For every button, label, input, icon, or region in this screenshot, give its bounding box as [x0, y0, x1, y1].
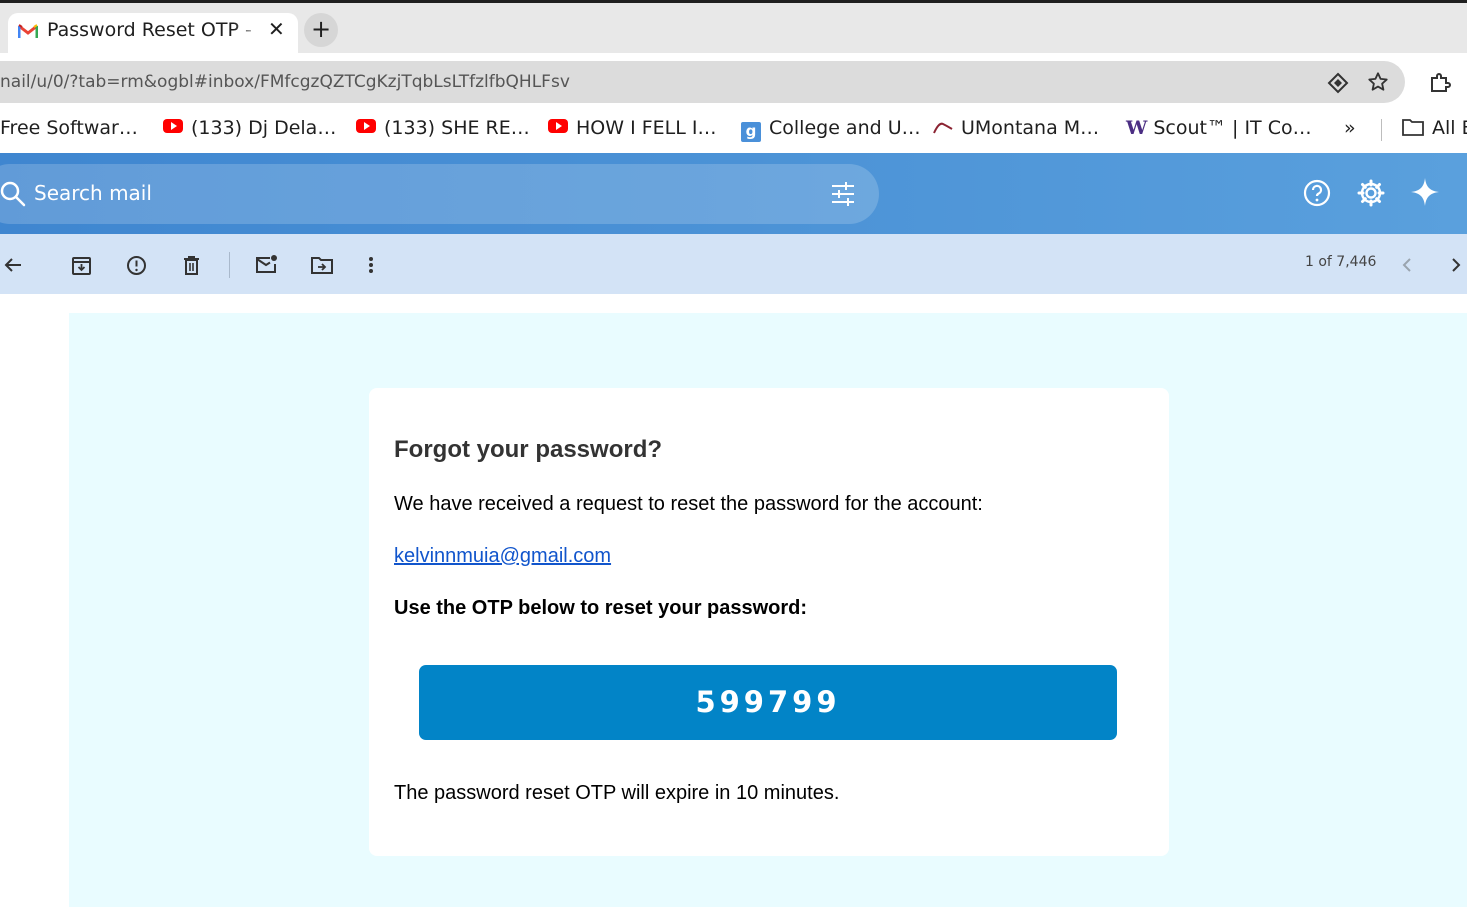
tab-title: Password Reset OTP - k	[47, 19, 257, 41]
new-tab-button[interactable]: +	[304, 13, 338, 47]
email-card: Forgot your password? We have received a…	[369, 388, 1169, 856]
bookmark-how-i-fell[interactable]: HOW I FELL I…	[548, 117, 716, 139]
move-to-folder-icon[interactable]	[311, 256, 333, 274]
bookmark-label: (133) Dj Dela…	[191, 117, 337, 139]
bookmark-star-icon[interactable]	[1367, 71, 1389, 93]
message-view: Forgot your password? We have received a…	[0, 294, 1467, 907]
g-icon: g	[741, 122, 761, 142]
otp-expiry-note: The password reset OTP will expire in 10…	[394, 782, 840, 804]
archive-icon[interactable]	[71, 255, 92, 276]
youtube-icon	[163, 119, 183, 133]
bookmark-label: HOW I FELL I…	[576, 117, 717, 139]
otp-instruction: Use the OTP below to reset your password…	[394, 597, 808, 619]
url-text[interactable]: nail/u/0/?tab=rm&ogbl#inbox/FMfcgzQZTCgK…	[0, 72, 570, 92]
umontana-icon	[933, 122, 953, 134]
account-email-link[interactable]: kelvinnmuia@gmail.com	[394, 545, 611, 568]
pagination-count: 1 of 7,446	[1305, 254, 1377, 270]
delete-trash-icon[interactable]	[182, 255, 201, 276]
browser-tab[interactable]: Password Reset OTP - k ✕	[8, 13, 298, 53]
bookmark-scout[interactable]: W Scout™ | IT Co…	[1126, 117, 1312, 139]
settings-gear-icon[interactable]	[1357, 179, 1385, 207]
gemini-sparkle-icon[interactable]	[1410, 177, 1440, 207]
tab-title-fade	[234, 13, 264, 49]
search-icon[interactable]	[0, 179, 28, 209]
bookmarks-bar: Free Softwar… (133) Dj Dela… (133) SHE R…	[0, 109, 1467, 153]
bookmarks-divider	[1381, 119, 1382, 141]
search-options-icon[interactable]	[830, 182, 856, 206]
bookmark-she-re[interactable]: (133) SHE RE…	[356, 117, 530, 139]
browser-toolbar: nail/u/0/?tab=rm&ogbl#inbox/FMfcgzQZTCgK…	[0, 53, 1467, 109]
toolbar-separator	[229, 252, 230, 278]
extensions-icon[interactable]	[1428, 70, 1452, 94]
tab-strip: Password Reset OTP - k ✕ +	[0, 3, 1467, 53]
search-bar[interactable]: Search mail	[0, 164, 879, 224]
lens-icon[interactable]	[1327, 72, 1349, 94]
bookmark-umontana[interactable]: UMontana M…	[933, 117, 1099, 139]
bookmark-college[interactable]: g College and U…	[741, 117, 921, 142]
all-bookmarks-label: All B	[1432, 117, 1467, 139]
youtube-icon	[548, 119, 568, 133]
youtube-icon	[356, 119, 376, 133]
more-options-icon[interactable]	[368, 256, 374, 274]
otp-code-box: 599799	[419, 665, 1117, 740]
email-link-text[interactable]: kelvinnmuia@gmail.com	[394, 545, 611, 567]
all-bookmarks-button[interactable]: All B	[1402, 117, 1467, 139]
gmail-icon	[18, 24, 38, 38]
email-intro: We have received a request to reset the …	[394, 493, 983, 515]
bookmark-label: Free Softwar…	[0, 117, 138, 139]
newer-chevron-left-icon[interactable]	[1401, 256, 1413, 274]
address-bar[interactable]: nail/u/0/?tab=rm&ogbl#inbox/FMfcgzQZTCgK…	[0, 61, 1405, 103]
email-heading: Forgot your password?	[394, 436, 663, 463]
close-tab-icon[interactable]: ✕	[268, 17, 285, 41]
bookmark-dj-dela[interactable]: (133) Dj Dela…	[163, 117, 336, 139]
w-icon: W	[1126, 117, 1148, 139]
bookmark-label: UMontana M…	[961, 117, 1100, 139]
search-input[interactable]: Search mail	[34, 181, 152, 205]
message-toolbar: 1 of 7,446	[0, 234, 1467, 294]
bookmark-free-software[interactable]: Free Softwar…	[0, 117, 138, 139]
folder-icon	[1402, 119, 1424, 136]
older-chevron-right-icon[interactable]	[1450, 256, 1462, 274]
help-icon[interactable]	[1303, 179, 1331, 207]
report-spam-icon[interactable]	[126, 255, 147, 276]
bookmarks-overflow-button[interactable]: »	[1344, 117, 1356, 139]
bookmark-label: (133) SHE RE…	[384, 117, 530, 139]
back-arrow-icon[interactable]	[3, 255, 23, 275]
bookmark-label: Scout™ | IT Co…	[1153, 117, 1312, 139]
email-body-background: Forgot your password? We have received a…	[69, 313, 1467, 907]
mark-unread-icon[interactable]	[255, 254, 278, 274]
bookmark-label: College and U…	[769, 117, 921, 139]
gmail-header: Search mail	[0, 153, 1467, 234]
